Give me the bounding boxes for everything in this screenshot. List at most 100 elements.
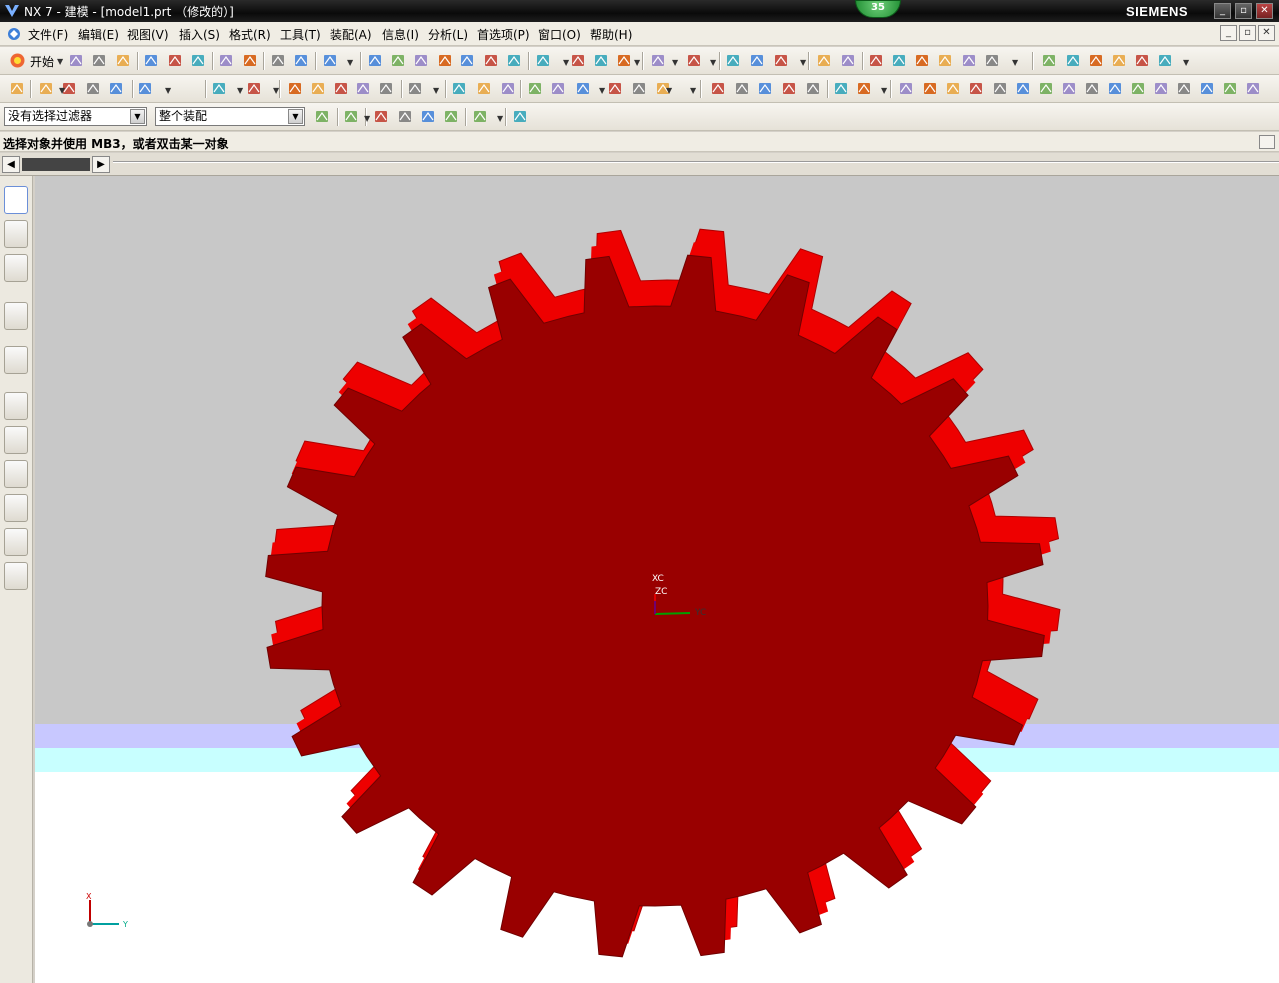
toolbar-tool-icon[interactable] — [9, 80, 26, 97]
menu-tools[interactable]: 工具(T) — [280, 26, 321, 43]
toolbar-tool-icon[interactable] — [968, 80, 985, 97]
chevron-down-icon[interactable]: ▼ — [288, 109, 303, 124]
toolbar-tool-icon[interactable] — [840, 52, 857, 69]
menu-format[interactable]: 格式(R) — [229, 26, 271, 43]
menu-information[interactable]: 信息(I) — [382, 26, 419, 43]
toolbar-tool-icon[interactable] — [710, 80, 727, 97]
web-browser-icon[interactable] — [4, 346, 28, 374]
tab-scroll-thumb[interactable] — [22, 158, 90, 171]
close-button[interactable]: ✕ — [1256, 3, 1273, 19]
toolbar-tool-icon[interactable] — [816, 52, 833, 69]
start-button-label[interactable]: 开始 — [30, 53, 54, 70]
constraint-navigator-icon[interactable] — [4, 220, 28, 248]
graphics-canvas[interactable]: XC ZC YC X Y — [35, 176, 1279, 983]
toolbar-tool-icon[interactable] — [607, 80, 624, 97]
toolbar-tool-icon[interactable] — [270, 52, 287, 69]
chevron-down-icon[interactable]: ▼ — [666, 86, 672, 95]
process-studio-icon[interactable] — [4, 460, 28, 488]
toolbar-tool-icon[interactable] — [355, 80, 372, 97]
chevron-down-icon[interactable]: ▼ — [881, 86, 887, 95]
toolbar-tool-icon[interactable] — [459, 52, 476, 69]
chevron-down-icon[interactable]: ▼ — [563, 58, 569, 67]
chevron-down-icon[interactable]: ▼ — [237, 86, 243, 95]
chevron-down-icon[interactable]: ▼ — [165, 86, 171, 95]
chevron-down-icon[interactable]: ▼ — [690, 86, 696, 95]
doc-close-button[interactable]: ✕ — [1258, 25, 1275, 41]
toolbar-tool-icon[interactable] — [167, 52, 184, 69]
notification-badge[interactable]: 35 — [855, 0, 901, 18]
toolbar-tool-icon[interactable] — [68, 52, 85, 69]
toolbar-tool-icon[interactable] — [575, 80, 592, 97]
toolbar-tool-icon[interactable] — [781, 80, 798, 97]
toolbar-tool-icon[interactable] — [91, 52, 108, 69]
chevron-down-icon[interactable]: ▼ — [497, 114, 503, 123]
chevron-down-icon[interactable]: ▼ — [710, 58, 716, 67]
toolbar-tool-icon[interactable] — [390, 52, 407, 69]
roles-icon[interactable] — [4, 528, 28, 556]
toolbar-tool-icon[interactable] — [1134, 52, 1151, 69]
reuse-library-icon[interactable] — [4, 302, 28, 330]
history-icon[interactable] — [4, 392, 28, 420]
toolbar-tool-icon[interactable] — [115, 52, 132, 69]
toolbar-tool-icon[interactable] — [373, 108, 390, 125]
toolbar-tool-icon[interactable] — [631, 80, 648, 97]
toolbar-tool-icon[interactable] — [527, 80, 544, 97]
chevron-down-icon[interactable]: ▼ — [800, 58, 806, 67]
toolbar-tool-icon[interactable] — [443, 108, 460, 125]
toolbar-tool-icon[interactable] — [1222, 80, 1239, 97]
toolbar-tool-icon[interactable] — [476, 80, 493, 97]
toolbar-tool-icon[interactable] — [593, 52, 610, 69]
toolbar-tool-icon[interactable] — [343, 108, 360, 125]
toolbar-tool-icon[interactable] — [246, 80, 263, 97]
start-icon[interactable] — [9, 52, 26, 69]
toolbar-tool-icon[interactable] — [1111, 52, 1128, 69]
toolbar-tool-icon[interactable] — [868, 52, 885, 69]
toolbar-tool-icon[interactable] — [805, 80, 822, 97]
toolbar-tool-icon[interactable] — [322, 52, 339, 69]
chevron-down-icon[interactable]: ▼ — [130, 109, 145, 124]
toolbar-tool-icon[interactable] — [420, 108, 437, 125]
chevron-down-icon[interactable]: ▼ — [57, 57, 63, 66]
toolbar-tool-icon[interactable] — [686, 52, 703, 69]
toolbar-tool-icon[interactable] — [961, 52, 978, 69]
minimize-button[interactable]: _ — [1214, 3, 1231, 19]
toolbar-tool-icon[interactable] — [616, 52, 633, 69]
menu-preferences[interactable]: 首选项(P) — [477, 26, 530, 43]
toolbar-tool-icon[interactable] — [38, 80, 55, 97]
toolbar-tool-icon[interactable] — [512, 108, 529, 125]
scroll-right-button[interactable]: ▶ — [92, 156, 110, 173]
toolbar-tool-icon[interactable] — [1065, 52, 1082, 69]
toolbar-tool-icon[interactable] — [1015, 80, 1032, 97]
toolbar-tool-icon[interactable] — [500, 80, 517, 97]
menu-assembly[interactable]: 装配(A) — [330, 26, 372, 43]
toolbar-tool-icon[interactable] — [1176, 80, 1193, 97]
chevron-down-icon[interactable]: ▼ — [1012, 58, 1018, 67]
menu-help[interactable]: 帮助(H) — [590, 26, 632, 43]
cue-options-icon[interactable] — [1259, 135, 1275, 149]
toolbar-tool-icon[interactable] — [293, 52, 310, 69]
toolbar-tool-icon[interactable] — [1153, 80, 1170, 97]
menu-file[interactable]: 文件(F) — [28, 26, 68, 43]
toolbar-tool-icon[interactable] — [856, 80, 873, 97]
chevron-down-icon[interactable]: ▼ — [59, 86, 65, 95]
toolbar-tool-icon[interactable] — [984, 52, 1001, 69]
toolbar-tool-icon[interactable] — [407, 80, 424, 97]
doc-minimize-button[interactable]: _ — [1220, 25, 1237, 41]
assembly-navigator-icon[interactable] — [4, 186, 28, 214]
toolbar-tool-icon[interactable] — [397, 108, 414, 125]
manufacturing-wizard-icon[interactable] — [4, 494, 28, 522]
chevron-down-icon[interactable]: ▼ — [273, 86, 279, 95]
scroll-left-button[interactable]: ◀ — [2, 156, 20, 173]
toolbar-tool-icon[interactable] — [483, 52, 500, 69]
toolbar-tool-icon[interactable] — [833, 80, 850, 97]
chevron-down-icon[interactable]: ▼ — [364, 114, 370, 123]
toolbar-tool-icon[interactable] — [218, 52, 235, 69]
system-materials-icon[interactable] — [4, 426, 28, 454]
toolbar-tool-icon[interactable] — [287, 80, 304, 97]
toolbar-tool-icon[interactable] — [945, 80, 962, 97]
toolbar-tool-icon[interactable] — [1130, 80, 1147, 97]
chevron-down-icon[interactable]: ▼ — [347, 58, 353, 67]
toolbar-tool-icon[interactable] — [143, 52, 160, 69]
toolbar-tool-icon[interactable] — [190, 52, 207, 69]
toolbar-tool-icon[interactable] — [367, 52, 384, 69]
